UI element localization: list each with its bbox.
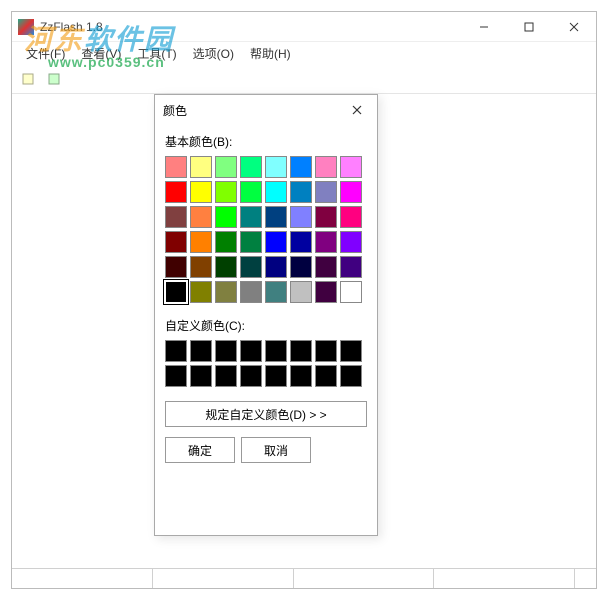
basic-color-swatch[interactable]: [190, 256, 212, 278]
custom-color-swatch[interactable]: [190, 365, 212, 387]
custom-color-swatch[interactable]: [165, 340, 187, 362]
custom-color-swatch[interactable]: [340, 340, 362, 362]
app-icon: [18, 19, 34, 35]
basic-color-swatch[interactable]: [315, 206, 337, 228]
ok-button[interactable]: 确定: [165, 437, 235, 463]
menubar: 文件(F) 查看(V) 工具(T) 选项(O) 帮助(H): [12, 42, 596, 64]
basic-color-swatch[interactable]: [315, 181, 337, 203]
basic-color-swatch[interactable]: [340, 281, 362, 303]
menu-help[interactable]: 帮助(H): [242, 43, 299, 64]
define-custom-colors-button[interactable]: 规定自定义颜色(D) > >: [165, 401, 367, 427]
custom-color-swatch[interactable]: [315, 365, 337, 387]
color-dialog: 颜色 基本颜色(B): 自定义颜色(C): 规定自定义颜色(D) > > 确定 …: [154, 94, 378, 536]
basic-color-swatch[interactable]: [215, 181, 237, 203]
basic-color-swatch[interactable]: [340, 156, 362, 178]
basic-color-swatch[interactable]: [290, 231, 312, 253]
basic-color-swatch[interactable]: [165, 156, 187, 178]
dialog-close-button[interactable]: [345, 98, 369, 122]
menu-file[interactable]: 文件(F): [18, 43, 73, 64]
dialog-title: 颜色: [163, 102, 345, 119]
basic-color-swatch[interactable]: [240, 231, 262, 253]
menu-tools[interactable]: 工具(T): [129, 43, 184, 64]
status-cell: [153, 569, 294, 588]
custom-color-swatch[interactable]: [215, 340, 237, 362]
custom-color-swatch[interactable]: [265, 365, 287, 387]
basic-color-swatch[interactable]: [240, 156, 262, 178]
basic-color-swatch[interactable]: [265, 206, 287, 228]
status-cell: [12, 569, 153, 588]
dialog-buttons: 确定 取消: [165, 437, 367, 463]
basic-color-swatch[interactable]: [265, 281, 287, 303]
custom-color-swatch[interactable]: [315, 340, 337, 362]
basic-color-swatch[interactable]: [190, 206, 212, 228]
custom-color-swatch[interactable]: [165, 365, 187, 387]
status-cell: [575, 569, 596, 588]
basic-color-swatch[interactable]: [290, 181, 312, 203]
menu-view[interactable]: 查看(V): [73, 43, 129, 64]
custom-color-swatch[interactable]: [290, 340, 312, 362]
dialog-titlebar: 颜色: [155, 95, 377, 125]
basic-color-swatch[interactable]: [290, 281, 312, 303]
basic-color-swatch[interactable]: [190, 181, 212, 203]
custom-colors-label: 自定义颜色(C):: [165, 317, 367, 334]
menu-options[interactable]: 选项(O): [185, 43, 242, 64]
custom-color-swatch[interactable]: [340, 365, 362, 387]
statusbar: [12, 568, 596, 588]
dialog-body: 基本颜色(B): 自定义颜色(C): 规定自定义颜色(D) > > 确定 取消: [155, 125, 377, 473]
toolbar: [12, 64, 596, 94]
basic-color-swatch[interactable]: [265, 256, 287, 278]
basic-color-swatch[interactable]: [240, 181, 262, 203]
toolbar-button-2[interactable]: [42, 67, 66, 91]
basic-colors-grid: [165, 156, 367, 303]
basic-color-swatch[interactable]: [165, 206, 187, 228]
custom-color-swatch[interactable]: [190, 340, 212, 362]
close-button[interactable]: [551, 12, 596, 41]
custom-color-swatch[interactable]: [240, 340, 262, 362]
basic-color-swatch[interactable]: [290, 256, 312, 278]
basic-color-swatch[interactable]: [190, 156, 212, 178]
custom-color-swatch[interactable]: [240, 365, 262, 387]
titlebar: ZzFlash 1.8: [12, 12, 596, 42]
basic-color-swatch[interactable]: [240, 206, 262, 228]
basic-color-swatch[interactable]: [265, 181, 287, 203]
basic-color-swatch[interactable]: [340, 231, 362, 253]
basic-color-swatch[interactable]: [315, 231, 337, 253]
status-cell: [294, 569, 435, 588]
cancel-button[interactable]: 取消: [241, 437, 311, 463]
basic-color-swatch[interactable]: [315, 256, 337, 278]
basic-color-swatch[interactable]: [190, 281, 212, 303]
basic-color-swatch[interactable]: [165, 281, 187, 303]
basic-color-swatch[interactable]: [240, 256, 262, 278]
basic-color-swatch[interactable]: [315, 281, 337, 303]
basic-color-swatch[interactable]: [340, 206, 362, 228]
custom-color-swatch[interactable]: [215, 365, 237, 387]
custom-color-swatch[interactable]: [265, 340, 287, 362]
basic-color-swatch[interactable]: [190, 231, 212, 253]
basic-color-swatch[interactable]: [165, 231, 187, 253]
basic-color-swatch[interactable]: [215, 206, 237, 228]
custom-colors-grid: [165, 340, 367, 387]
status-cell: [434, 569, 575, 588]
basic-color-swatch[interactable]: [340, 256, 362, 278]
basic-color-swatch[interactable]: [340, 181, 362, 203]
custom-color-swatch[interactable]: [290, 365, 312, 387]
basic-color-swatch[interactable]: [265, 156, 287, 178]
basic-colors-label: 基本颜色(B):: [165, 133, 367, 150]
toolbar-button-1[interactable]: [16, 67, 40, 91]
maximize-button[interactable]: [506, 12, 551, 41]
basic-color-swatch[interactable]: [215, 281, 237, 303]
basic-color-swatch[interactable]: [215, 156, 237, 178]
basic-color-swatch[interactable]: [215, 256, 237, 278]
basic-color-swatch[interactable]: [290, 156, 312, 178]
window-title: ZzFlash 1.8: [40, 20, 461, 34]
basic-color-swatch[interactable]: [215, 231, 237, 253]
basic-color-swatch[interactable]: [315, 156, 337, 178]
basic-color-swatch[interactable]: [265, 231, 287, 253]
basic-color-swatch[interactable]: [290, 206, 312, 228]
minimize-button[interactable]: [461, 12, 506, 41]
basic-color-swatch[interactable]: [165, 256, 187, 278]
basic-color-swatch[interactable]: [240, 281, 262, 303]
window-controls: [461, 12, 596, 41]
basic-color-swatch[interactable]: [165, 181, 187, 203]
